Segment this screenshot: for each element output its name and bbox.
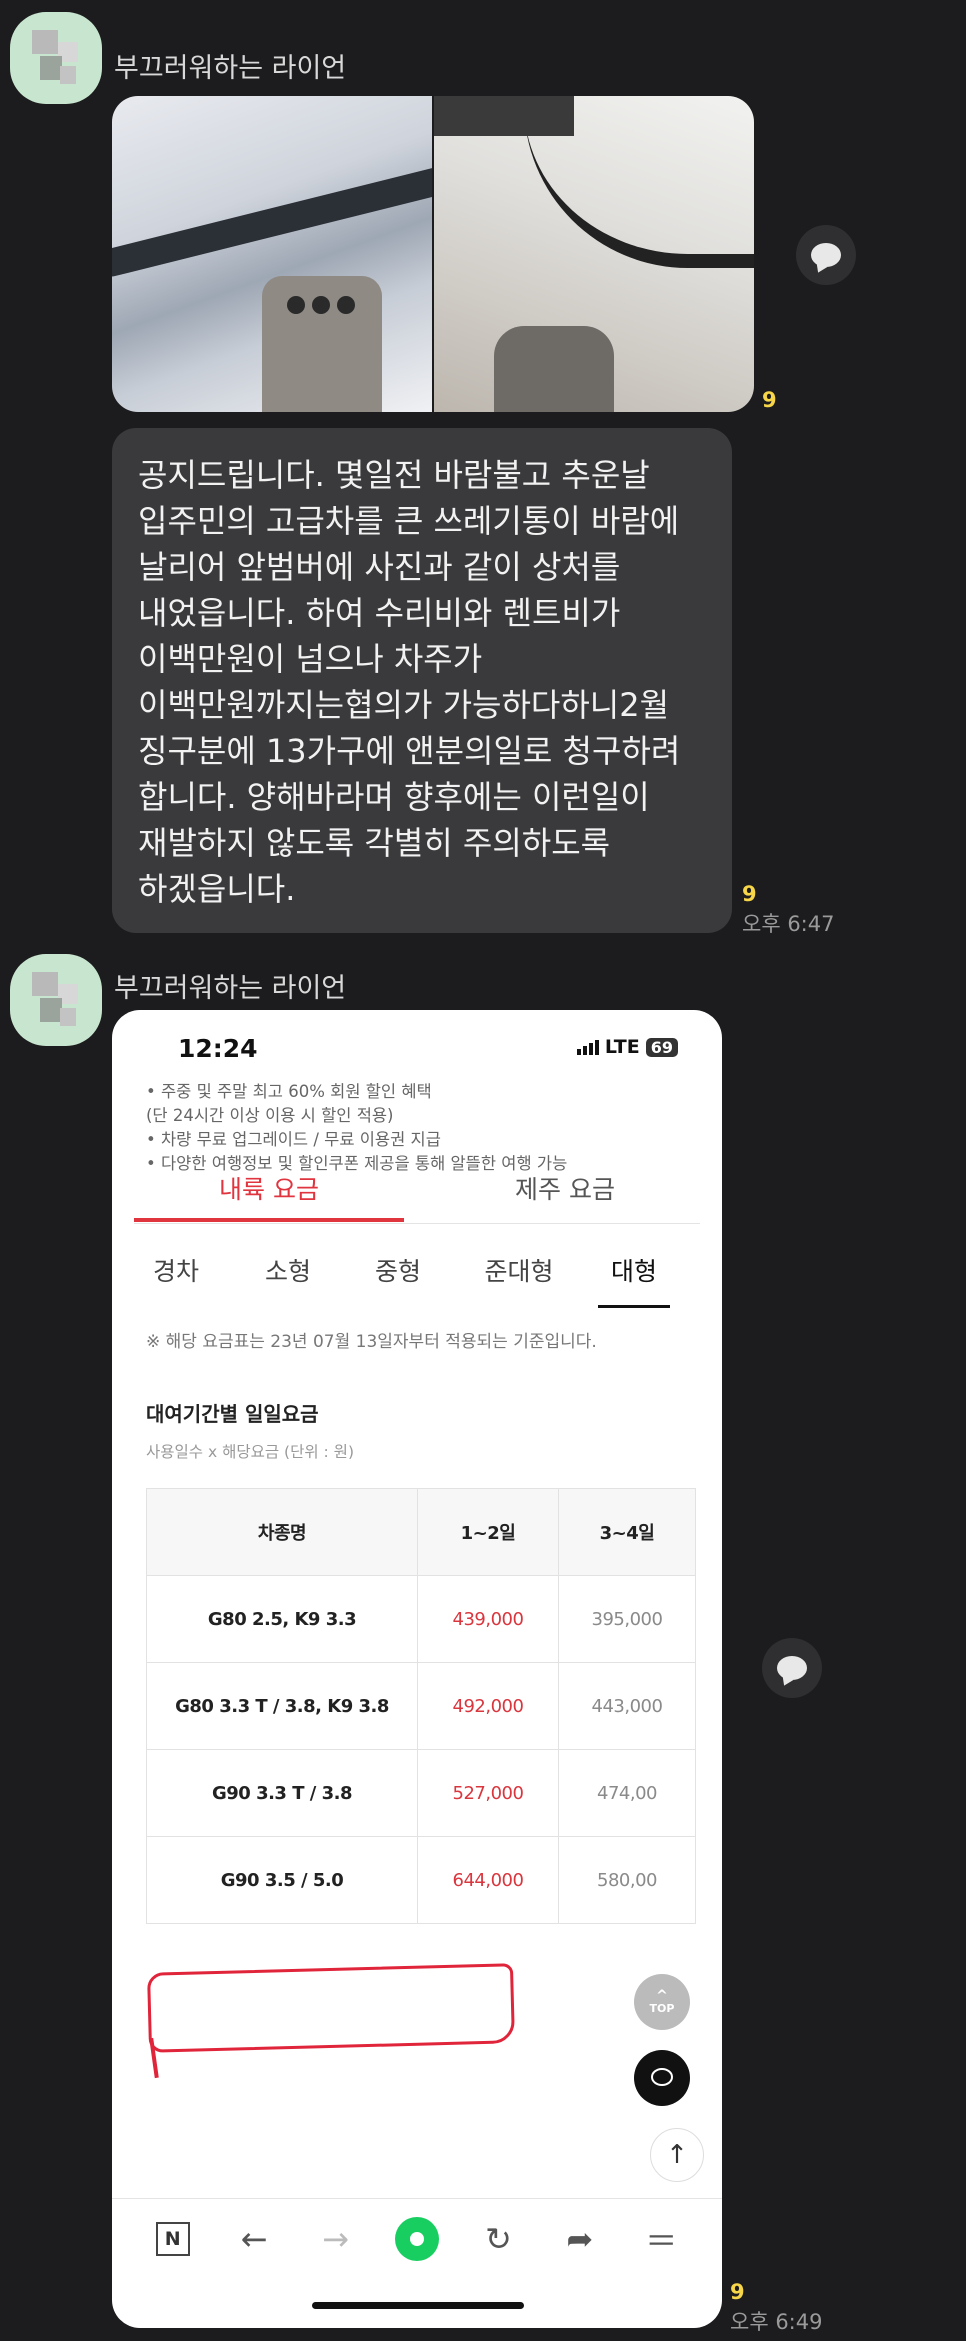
model-cell: G90 3.5 / 5.0 xyxy=(146,1836,418,1924)
green-dot-button[interactable] xyxy=(393,2215,441,2263)
rate-table: 차종명 1~2일 3~4일 G80 2.5, K9 3.3 439,000 39… xyxy=(146,1488,696,1924)
status-time: 12:24 xyxy=(178,1034,258,1063)
sender-avatar[interactable] xyxy=(10,954,102,1046)
col-header: 1~2일 xyxy=(417,1488,559,1576)
unread-count: 9 xyxy=(730,2280,745,2304)
refresh-icon: ↻ xyxy=(484,2219,512,2258)
tab-large[interactable]: 대형 xyxy=(598,1238,670,1308)
tab-inland[interactable]: 내륙 요금 xyxy=(134,1160,404,1222)
benefit-item: • 차량 무료 업그레이드 / 무료 이용권 지급 xyxy=(146,1130,441,1149)
share-button[interactable] xyxy=(796,225,856,285)
chat-bubble-icon xyxy=(777,1656,807,1680)
scroll-up-button[interactable]: ↑ xyxy=(650,2128,704,2182)
chat-icon xyxy=(651,2068,673,2086)
section-title: 대여기간별 일일요금 xyxy=(146,1402,319,1426)
price-cell: 395,000 xyxy=(558,1575,696,1663)
price-cell: 527,000 xyxy=(417,1749,559,1837)
status-icons: LTE 69 xyxy=(576,1036,678,1058)
tab-compact[interactable]: 경차 xyxy=(146,1238,206,1306)
timestamp: 오후 6:47 xyxy=(742,912,835,936)
share-page-button[interactable]: ➦ xyxy=(556,2215,604,2263)
forward-button[interactable]: → xyxy=(312,2215,360,2263)
model-cell: G80 2.5, K9 3.3 xyxy=(146,1575,418,1663)
tab-semi-large[interactable]: 준대형 xyxy=(474,1238,564,1306)
model-cell: G80 3.3 T / 3.8, K9 3.8 xyxy=(146,1662,418,1750)
divider xyxy=(134,1223,700,1224)
share-button[interactable] xyxy=(762,1638,822,1698)
notice-text: ※ 해당 요금표는 23년 07월 13일자부터 적용되는 기준입니다. xyxy=(146,1332,597,1352)
section-subtitle: 사용일수 x 해당요금 (단위 : 원) xyxy=(146,1443,354,1461)
table-header-row: 차종명 1~2일 3~4일 xyxy=(146,1488,696,1576)
tab-jeju[interactable]: 제주 요금 xyxy=(430,1160,700,1220)
menu-icon: ＝ xyxy=(645,2221,678,2260)
price-cell: 474,00 xyxy=(558,1749,696,1837)
chat-float-button[interactable] xyxy=(634,2050,690,2106)
network-label: LTE xyxy=(604,1036,640,1058)
battery-icon: 69 xyxy=(645,1037,678,1057)
sender-name: 부끄러워하는 라이언 xyxy=(114,53,347,84)
arrow-up-icon: ↑ xyxy=(666,2140,688,2170)
col-header: 3~4일 xyxy=(558,1488,696,1576)
benefit-item: • 주중 및 주말 최고 60% 회원 할인 혜택 xyxy=(146,1082,432,1101)
price-cell: 644,000 xyxy=(417,1836,559,1924)
browser-toolbar: N ← → ↻ ➦ ＝ xyxy=(112,2198,722,2278)
share-icon: ➦ xyxy=(566,2219,594,2258)
sender-avatar[interactable] xyxy=(10,12,102,104)
scroll-top-button[interactable]: ^ TOP xyxy=(634,1974,690,2030)
price-cell: 439,000 xyxy=(417,1575,559,1663)
col-header: 차종명 xyxy=(146,1488,418,1576)
photo-bumper-1[interactable] xyxy=(112,96,432,412)
timestamp: 오후 6:49 xyxy=(730,2310,823,2334)
caret-up-icon: ^ xyxy=(656,1987,668,2004)
highlight-annotation xyxy=(147,1963,515,2053)
signal-icon xyxy=(576,1039,599,1055)
table-row: G80 3.3 T / 3.8, K9 3.8 492,000 443,000 xyxy=(146,1662,696,1750)
green-dot-icon xyxy=(394,2216,439,2261)
table-row: G90 3.3 T / 3.8 527,000 474,00 xyxy=(146,1749,696,1837)
model-cell: G90 3.3 T / 3.8 xyxy=(146,1749,418,1837)
car-class-tabs: 경차 소형 중형 준대형 대형 xyxy=(112,1238,722,1308)
table-row: G80 2.5, K9 3.3 439,000 395,000 xyxy=(146,1575,696,1663)
naver-home-button[interactable]: N xyxy=(149,2215,197,2263)
chat-bubble-icon xyxy=(811,243,841,267)
price-cell: 492,000 xyxy=(417,1662,559,1750)
unread-count: 9 xyxy=(762,388,777,412)
refresh-button[interactable]: ↻ xyxy=(474,2215,522,2263)
tab-small[interactable]: 소형 xyxy=(258,1238,318,1306)
tab-midsize[interactable]: 중형 xyxy=(368,1238,428,1306)
back-button[interactable]: ← xyxy=(230,2215,278,2263)
top-label: TOP xyxy=(649,2001,675,2015)
home-indicator xyxy=(312,2302,524,2309)
unread-count: 9 xyxy=(742,882,757,906)
sender-name: 부끄러워하는 라이언 xyxy=(114,973,347,1004)
photo-bumper-2[interactable] xyxy=(434,96,754,412)
arrow-right-icon: → xyxy=(322,2219,349,2258)
message-text[interactable]: 공지드립니다. 몇일전 바람불고 추운날 입주민의 고급차를 큰 쓰레기통이 바… xyxy=(112,428,732,933)
price-cell: 443,000 xyxy=(558,1662,696,1750)
naver-n-icon: N xyxy=(155,2221,190,2256)
shared-screenshot[interactable]: 12:24 LTE 69 • 주중 및 주말 최고 60% 회원 할인 혜택 (… xyxy=(112,1010,722,2328)
arrow-left-icon: ← xyxy=(240,2219,268,2258)
region-tabs: 내륙 요금 제주 요금 xyxy=(134,1160,700,1222)
table-row: G90 3.5 / 5.0 644,000 580,00 xyxy=(146,1836,696,1924)
benefit-item: (단 24시간 이상 이용 시 할인 적용) xyxy=(146,1106,394,1125)
menu-button[interactable]: ＝ xyxy=(637,2215,685,2263)
price-cell: 580,00 xyxy=(558,1836,696,1924)
